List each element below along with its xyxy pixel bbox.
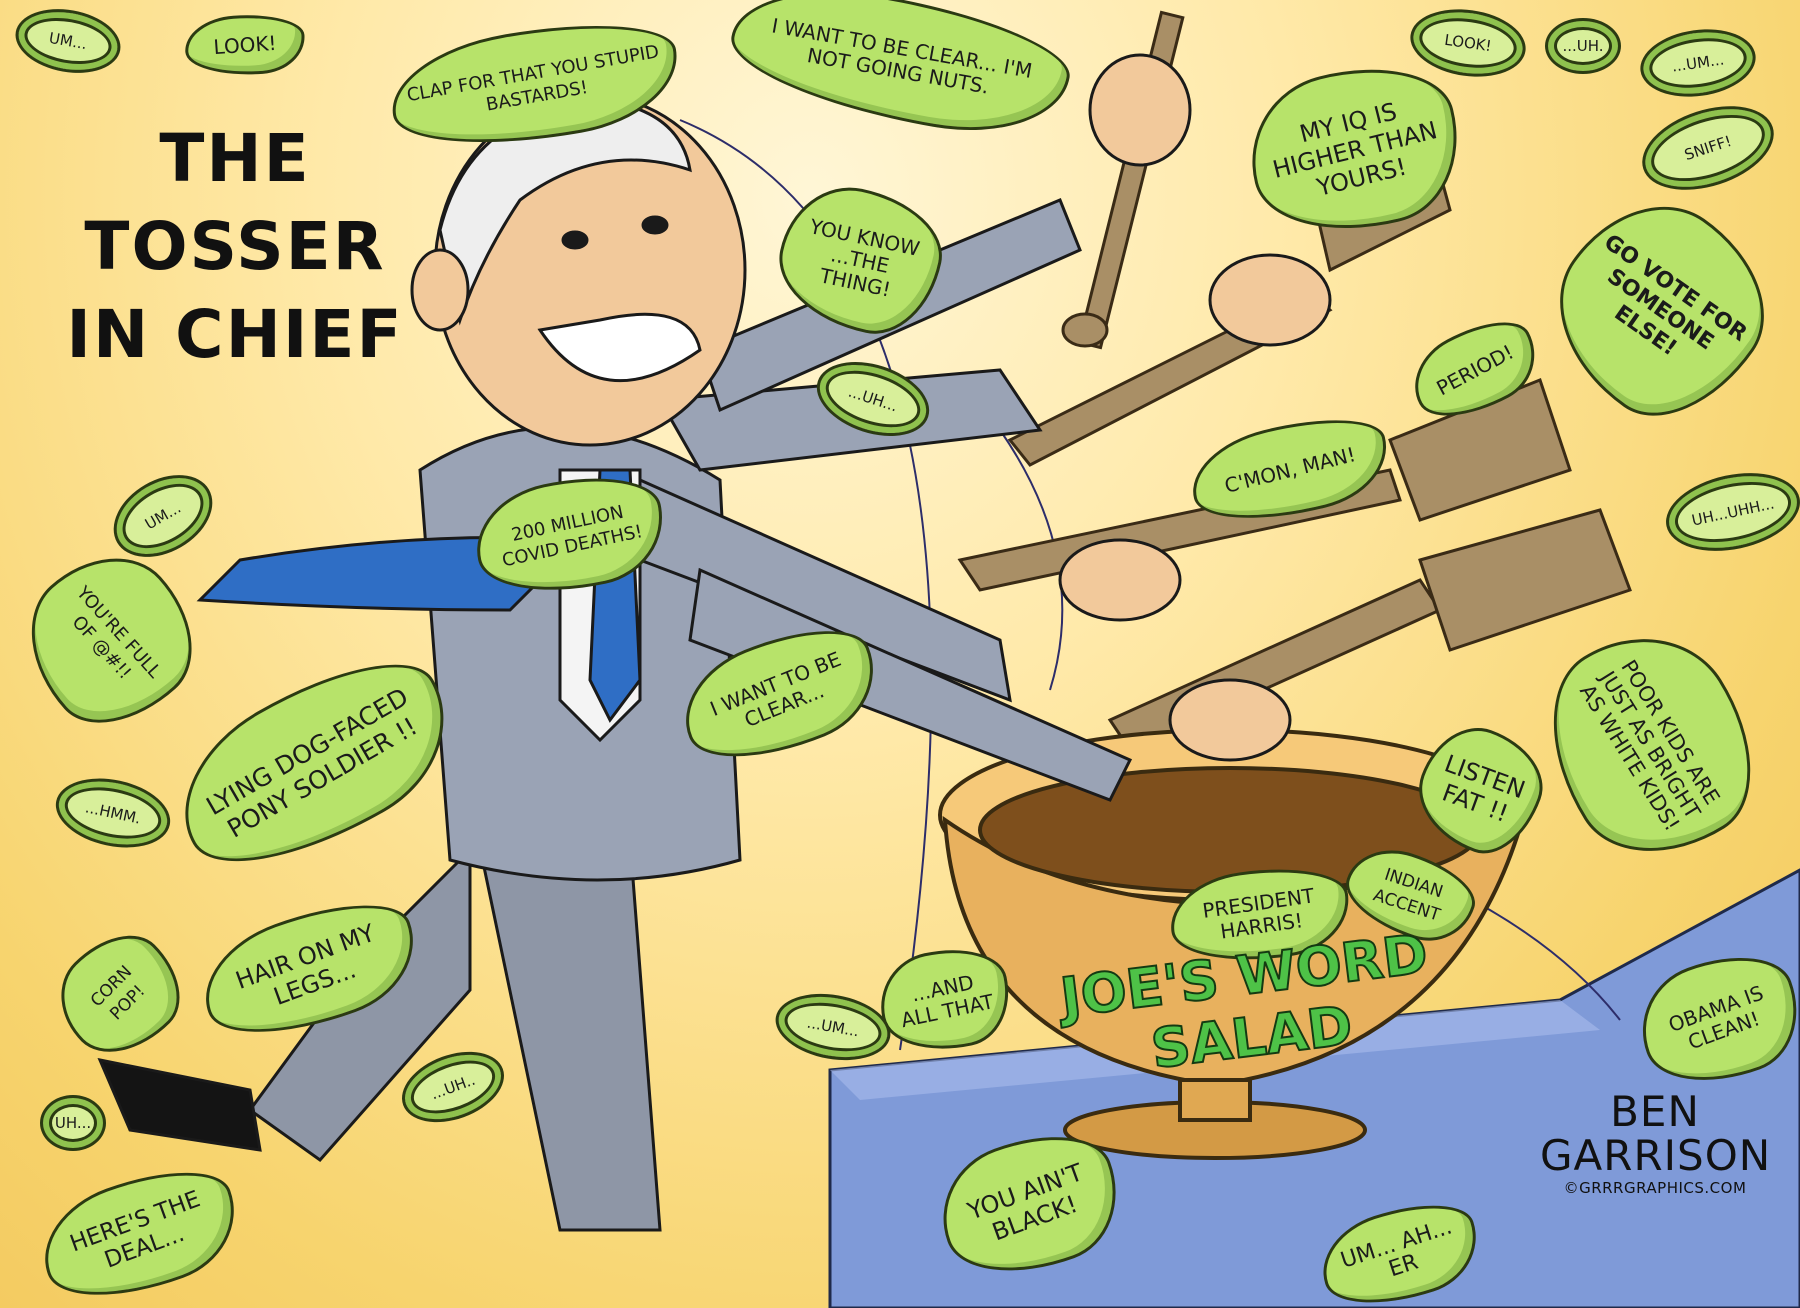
cucumber-slice: UH... <box>40 1095 106 1151</box>
title-line: IN CHIEF <box>66 296 404 373</box>
artist-signature: BEN GARRISON ©GRRRGRAPHICS.COM <box>1540 1090 1770 1198</box>
title-line: THE <box>159 120 311 197</box>
signature-website: ©GRRRGRAPHICS.COM <box>1563 1179 1747 1197</box>
cucumber-slice: ...UH. <box>1545 18 1621 74</box>
signature-last: GARRISON <box>1540 1131 1772 1180</box>
title-line: TOSSER <box>84 208 386 285</box>
cartoon-title: THE TOSSER IN CHIEF <box>40 115 430 379</box>
signature-first: BEN <box>1610 1087 1700 1136</box>
cartoon-canvas: THE TOSSER IN CHIEF CLAP FOR THAT YOU ST… <box>0 0 1800 1308</box>
